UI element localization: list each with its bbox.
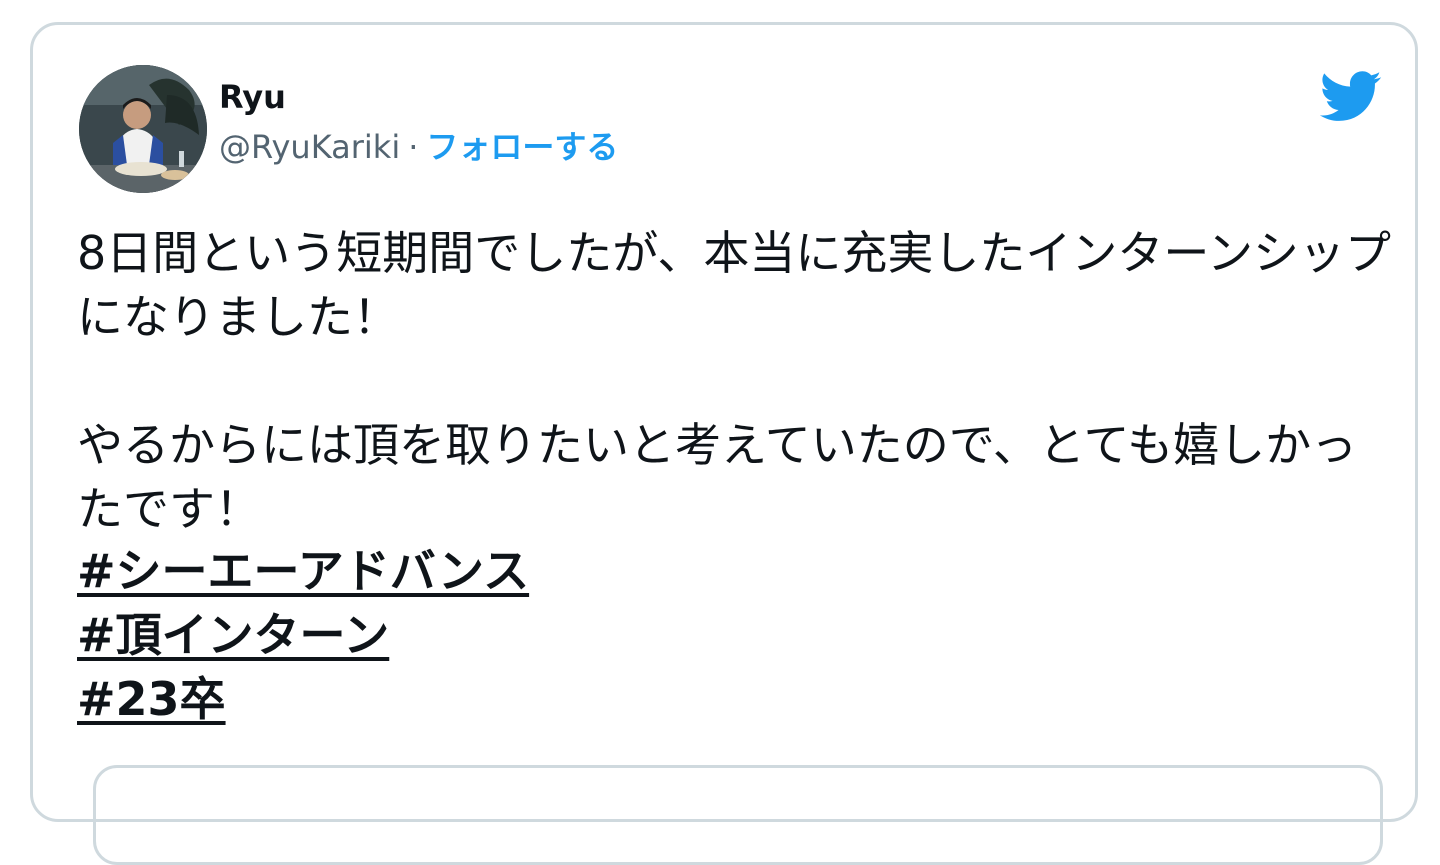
separator-dot: ·: [408, 128, 419, 166]
tweet-text: 8日間という短期間でしたが、本当に充実したインターンシップになりました！ やるか…: [77, 226, 1392, 536]
tweet-card: Ryu @RyuKariki · フォローする 8日間という短期間でしたが、本当に充…: [30, 22, 1418, 865]
media-preview[interactable]: [93, 765, 1383, 865]
avatar-photo: [79, 65, 207, 193]
author-meta: @RyuKariki · フォローする: [219, 125, 618, 169]
hashtag-link[interactable]: #シーエーアドバンス: [77, 539, 529, 603]
hashtag-list: #シーエーアドバンス #頂インターン #23卒: [77, 539, 529, 731]
author-name[interactable]: Ryu: [219, 77, 286, 117]
hashtag-link[interactable]: #23卒: [77, 667, 226, 731]
follow-button[interactable]: フォローする: [426, 128, 618, 166]
avatar[interactable]: [79, 65, 207, 193]
hashtag-link[interactable]: #頂インターン: [77, 603, 389, 667]
twitter-bird-icon[interactable]: [1319, 71, 1383, 123]
author-handle[interactable]: @RyuKariki: [219, 128, 400, 166]
